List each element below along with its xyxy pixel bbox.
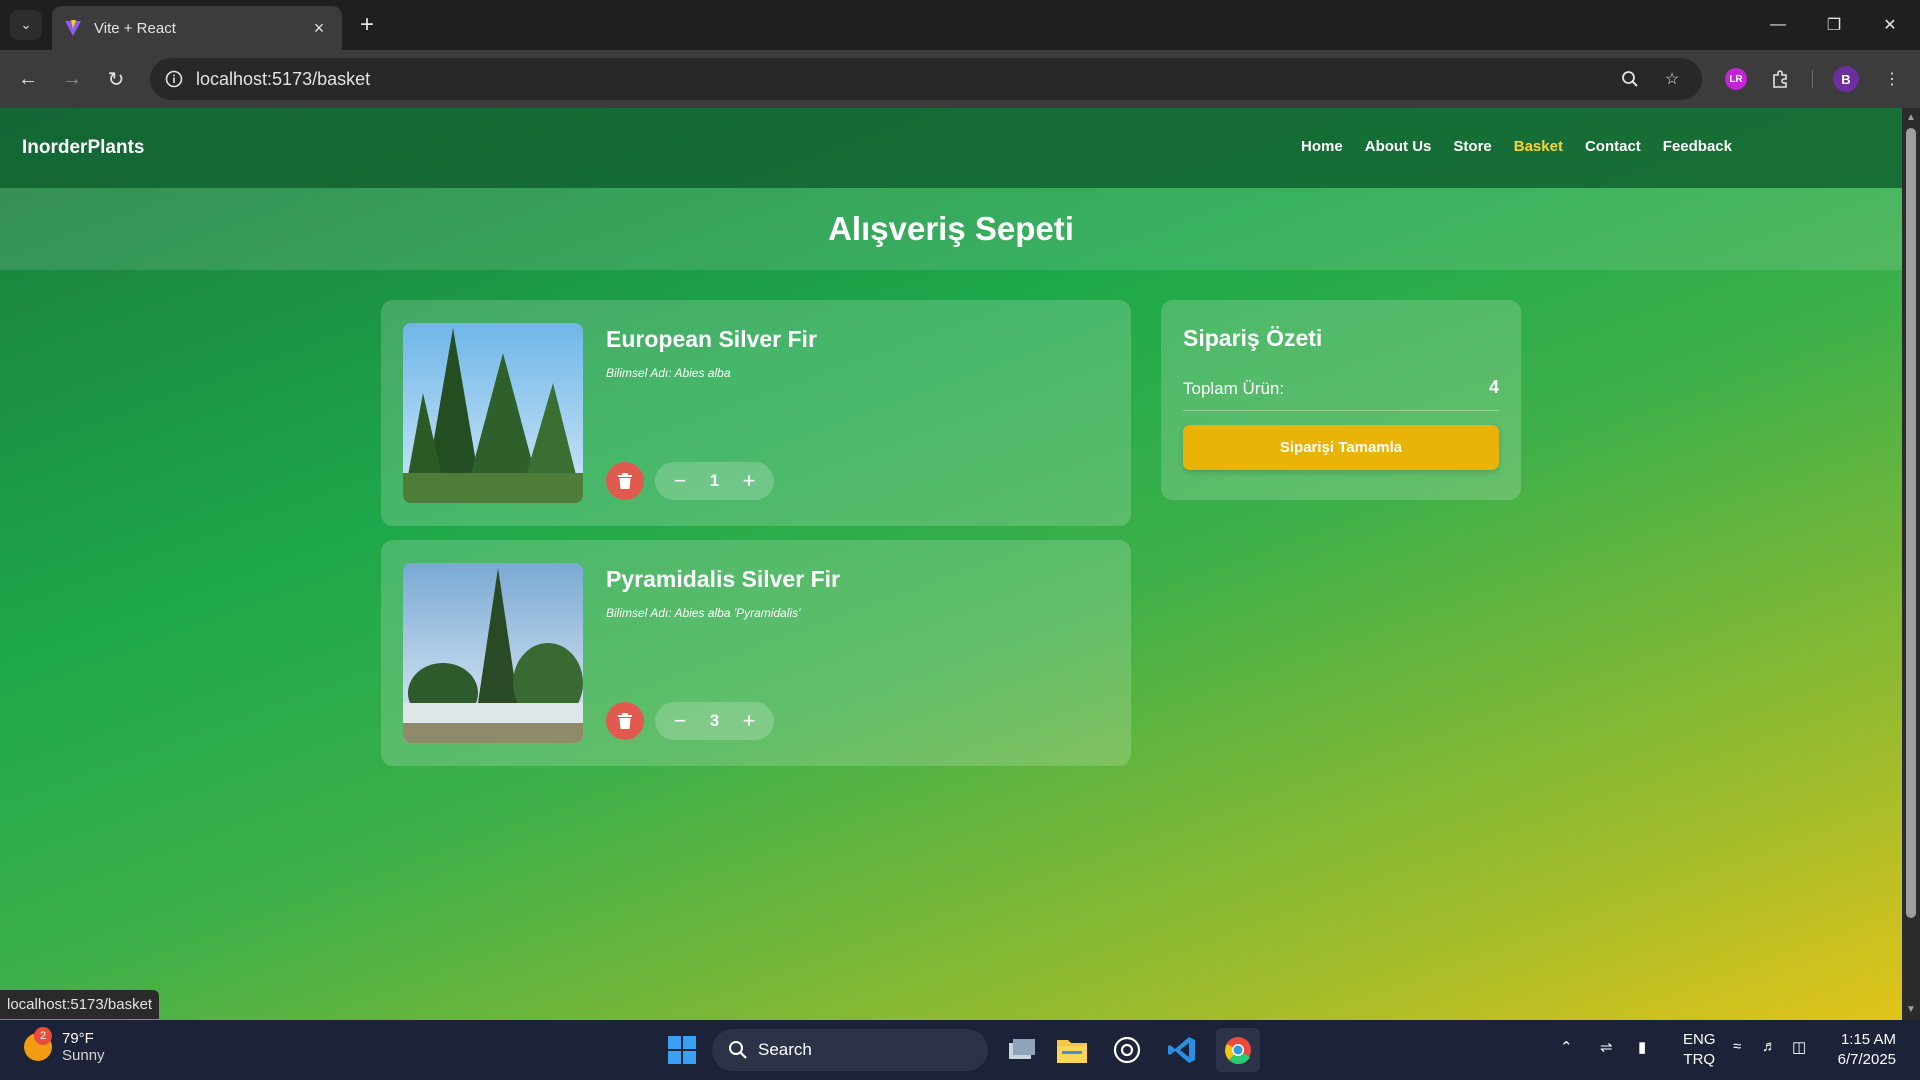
increase-quantity-button[interactable]: +	[740, 470, 758, 492]
search-label: Search	[758, 1040, 812, 1059]
windows-logo-icon	[668, 1036, 696, 1064]
page-scrollbar[interactable]: ▲ ▼	[1902, 108, 1920, 1020]
tab-search-button[interactable]: ⌄	[10, 10, 42, 40]
system-clock[interactable]: 1:15 AM 6/7/2025	[1838, 1030, 1896, 1070]
tray-settings-icon[interactable]: ⇌	[1600, 1038, 1613, 1056]
weather-widget[interactable]: 2 79°F Sunny	[24, 1027, 105, 1064]
language-primary: ENG	[1683, 1031, 1716, 1048]
chatgpt-icon[interactable]	[1105, 1028, 1149, 1072]
trash-icon	[618, 473, 632, 489]
nav-basket[interactable]: Basket	[1514, 138, 1563, 155]
summary-divider	[1183, 410, 1499, 411]
total-items-value: 4	[1488, 377, 1499, 397]
cart-item: Pyramidalis Silver Fir Bilimsel Adı: Abi…	[381, 540, 1131, 766]
page-heading-band: Alışveriş Sepeti	[0, 188, 1902, 270]
product-image	[403, 563, 583, 743]
new-tab-button[interactable]: +	[352, 10, 382, 40]
decrease-quantity-button[interactable]: −	[671, 710, 689, 732]
browser-toolbar: ← → ↻ localhost:5173/basket ☆ LR B ⋮	[0, 50, 1920, 108]
nav-about-us[interactable]: About Us	[1365, 138, 1432, 155]
increase-quantity-button[interactable]: +	[740, 710, 758, 732]
clock-time: 1:15 AM	[1840, 1031, 1896, 1048]
task-view-icon[interactable]	[1000, 1028, 1044, 1072]
site-brand[interactable]: InorderPlants	[22, 137, 144, 159]
product-scientific-name: Bilimsel Adı: Abies alba 'Pyramidalis'	[606, 606, 801, 620]
delete-item-button[interactable]	[606, 702, 644, 740]
browser-tab[interactable]: Vite + React ×	[52, 6, 342, 50]
link-status-bubble: localhost:5173/basket	[0, 990, 160, 1019]
sun-icon: 2	[24, 1027, 52, 1061]
trash-icon	[618, 713, 632, 729]
product-image	[403, 323, 583, 503]
weather-temperature: 79°F	[62, 1030, 94, 1047]
order-summary: Sipariş Özeti Toplam Ürün: 4 Siparişi Ta…	[1161, 300, 1521, 500]
clock-date: 6/7/2025	[1837, 1051, 1896, 1068]
chrome-icon[interactable]	[1216, 1028, 1260, 1072]
forward-button[interactable]: →	[56, 63, 88, 95]
vscode-icon[interactable]	[1160, 1028, 1204, 1072]
windows-taskbar: 2 79°F Sunny Search ⌃ ⇌ ▮ ENG TRQ ≈ ♬ ◫ …	[0, 1020, 1920, 1080]
cart-item: European Silver Fir Bilimsel Adı: Abies …	[381, 300, 1131, 526]
address-bar[interactable]: localhost:5173/basket ☆	[150, 58, 1702, 100]
back-button[interactable]: ←	[12, 63, 44, 95]
reload-button[interactable]: ↻	[100, 63, 132, 95]
quantity-value: 1	[709, 471, 720, 490]
nav-contact[interactable]: Contact	[1585, 138, 1641, 155]
close-window-button[interactable]: ✕	[1862, 0, 1918, 50]
language-indicator[interactable]: ENG TRQ	[1683, 1030, 1716, 1070]
complete-order-button[interactable]: Siparişi Tamamla	[1183, 425, 1499, 470]
delete-item-button[interactable]	[606, 462, 644, 500]
nav-links: Home About Us Store Basket Contact Feedb…	[1301, 138, 1732, 155]
scroll-down-arrow-icon[interactable]: ▼	[1905, 1004, 1917, 1016]
site-info-icon[interactable]	[162, 67, 186, 91]
chevron-down-icon: ⌄	[20, 17, 32, 32]
file-explorer-icon[interactable]	[1050, 1028, 1094, 1072]
wifi-icon[interactable]: ≈	[1733, 1038, 1741, 1055]
decrease-quantity-button[interactable]: −	[671, 470, 689, 492]
nav-store[interactable]: Store	[1453, 138, 1491, 155]
scroll-up-arrow-icon[interactable]: ▲	[1905, 112, 1917, 124]
zoom-icon[interactable]	[1618, 67, 1642, 91]
minimize-button[interactable]: —	[1750, 0, 1806, 50]
nav-home[interactable]: Home	[1301, 138, 1343, 155]
taskbar-search[interactable]: Search	[712, 1029, 988, 1071]
battery-icon[interactable]: ◫	[1792, 1038, 1806, 1056]
browser-tab-bar: ⌄ Vite + React × + — ❐ ✕	[0, 0, 1920, 50]
search-icon	[729, 1041, 747, 1059]
summary-title: Sipariş Özeti	[1183, 325, 1323, 351]
bookmark-star-icon[interactable]: ☆	[1660, 67, 1684, 91]
tab-title: Vite + React	[94, 19, 176, 37]
product-scientific-name: Bilimsel Adı: Abies alba	[606, 366, 731, 380]
product-name: European Silver Fir	[606, 326, 817, 352]
tray-network-activity-icon[interactable]: ▮	[1638, 1038, 1646, 1056]
product-name: Pyramidalis Silver Fir	[606, 566, 840, 592]
extensions-puzzle-icon[interactable]	[1765, 63, 1797, 95]
extension-lr-icon[interactable]: LR	[1720, 63, 1752, 95]
quantity-stepper: − 1 +	[655, 462, 774, 500]
page-viewport: InorderPlants Home About Us Store Basket…	[0, 108, 1902, 1020]
close-tab-icon[interactable]: ×	[308, 18, 330, 39]
profile-avatar[interactable]: B	[1830, 63, 1862, 95]
notification-badge: 2	[34, 1027, 52, 1045]
restore-button[interactable]: ❐	[1806, 0, 1862, 50]
volume-icon[interactable]: ♬	[1762, 1038, 1777, 1055]
vite-icon	[64, 19, 82, 37]
toolbar-separator	[1812, 70, 1813, 88]
total-items-label: Toplam Ürün:	[1183, 379, 1285, 398]
profile-initial: B	[1833, 66, 1859, 92]
site-navbar: InorderPlants Home About Us Store Basket…	[0, 108, 1902, 188]
page-title: Alışveriş Sepeti	[828, 210, 1074, 247]
language-secondary: TRQ	[1683, 1051, 1716, 1068]
quantity-stepper: − 3 +	[655, 702, 774, 740]
start-button[interactable]	[660, 1028, 704, 1072]
scrollbar-thumb[interactable]	[1906, 128, 1916, 918]
browser-menu-icon[interactable]: ⋮	[1876, 63, 1908, 95]
nav-feedback[interactable]: Feedback	[1663, 138, 1732, 155]
tray-overflow-chevron-icon[interactable]: ⌃	[1560, 1038, 1573, 1056]
weather-condition: Sunny	[62, 1047, 105, 1064]
url-text: localhost:5173/basket	[196, 69, 371, 89]
quantity-value: 3	[709, 711, 720, 730]
